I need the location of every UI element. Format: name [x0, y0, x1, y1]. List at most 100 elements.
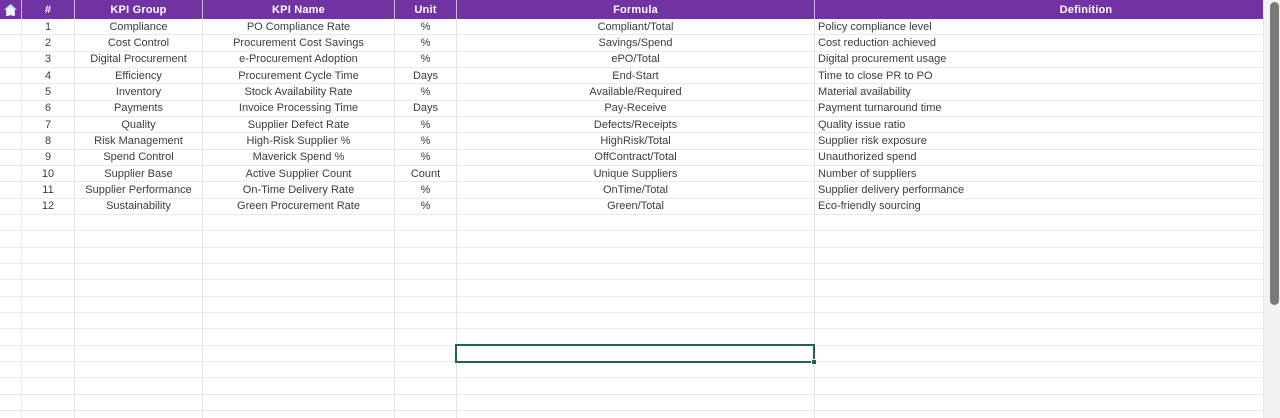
cell-number[interactable]: [22, 248, 75, 264]
cell-number[interactable]: 10: [22, 166, 75, 182]
cell-formula[interactable]: OnTime/Total: [457, 182, 815, 198]
cell-icon-col[interactable]: [0, 231, 22, 247]
cell-kpi-group[interactable]: Risk Management: [75, 133, 203, 149]
cell-icon-col[interactable]: [0, 264, 22, 280]
cell-number[interactable]: 2: [22, 35, 75, 51]
cell-definition[interactable]: Unauthorized spend: [815, 150, 1263, 166]
cell-kpi-group[interactable]: [75, 378, 203, 394]
cell-definition[interactable]: [815, 411, 1263, 418]
cell-definition[interactable]: Time to close PR to PO: [815, 68, 1263, 84]
cell-number[interactable]: [22, 280, 75, 296]
cell-definition[interactable]: Digital procurement usage: [815, 52, 1263, 68]
cell-unit[interactable]: Days: [395, 68, 457, 84]
cell-number[interactable]: 12: [22, 199, 75, 215]
cell-definition[interactable]: [815, 297, 1263, 313]
cell-icon-col[interactable]: [0, 182, 22, 198]
cell-number[interactable]: [22, 215, 75, 231]
cell-number[interactable]: [22, 297, 75, 313]
cell-formula[interactable]: Pay-Receive: [457, 101, 815, 117]
cell-formula[interactable]: [457, 411, 815, 418]
cell-kpi-name[interactable]: [203, 411, 395, 418]
cell-number[interactable]: 11: [22, 182, 75, 198]
cell-definition[interactable]: [815, 395, 1263, 411]
cell-unit[interactable]: %: [395, 199, 457, 215]
cell-icon-col[interactable]: [0, 117, 22, 133]
cell-number[interactable]: [22, 395, 75, 411]
cell-icon-col[interactable]: [0, 248, 22, 264]
cell-kpi-group[interactable]: [75, 395, 203, 411]
cell-unit[interactable]: [395, 395, 457, 411]
cell-formula[interactable]: Savings/Spend: [457, 35, 815, 51]
cell-definition[interactable]: Payment turnaround time: [815, 101, 1263, 117]
header-col-definition[interactable]: Definition: [815, 0, 1263, 19]
cell-number[interactable]: [22, 362, 75, 378]
cell-icon-col[interactable]: [0, 150, 22, 166]
home-cell[interactable]: [0, 0, 22, 19]
cell-icon-col[interactable]: [0, 297, 22, 313]
cell-kpi-name[interactable]: [203, 280, 395, 296]
cell-icon-col[interactable]: [0, 378, 22, 394]
cell-definition[interactable]: Policy compliance level: [815, 19, 1263, 35]
cell-definition[interactable]: Supplier delivery performance: [815, 182, 1263, 198]
cell-unit[interactable]: %: [395, 150, 457, 166]
cell-definition[interactable]: Quality issue ratio: [815, 117, 1263, 133]
cell-number[interactable]: [22, 329, 75, 345]
cell-definition[interactable]: [815, 264, 1263, 280]
cell-icon-col[interactable]: [0, 362, 22, 378]
cell-icon-col[interactable]: [0, 280, 22, 296]
cell-number[interactable]: 3: [22, 52, 75, 68]
cell-unit[interactable]: [395, 264, 457, 280]
selected-cell[interactable]: [455, 344, 815, 363]
cell-kpi-name[interactable]: [203, 378, 395, 394]
cell-icon-col[interactable]: [0, 199, 22, 215]
cell-formula[interactable]: [457, 297, 815, 313]
cell-kpi-group[interactable]: [75, 362, 203, 378]
cell-kpi-group[interactable]: Supplier Base: [75, 166, 203, 182]
cell-kpi-name[interactable]: [203, 297, 395, 313]
cell-kpi-name[interactable]: On-Time Delivery Rate: [203, 182, 395, 198]
cell-kpi-name[interactable]: Maverick Spend %: [203, 150, 395, 166]
cell-unit[interactable]: %: [395, 133, 457, 149]
cell-kpi-name[interactable]: [203, 362, 395, 378]
cell-formula[interactable]: [457, 362, 815, 378]
cell-unit[interactable]: [395, 378, 457, 394]
cell-kpi-name[interactable]: Stock Availability Rate: [203, 84, 395, 100]
cell-kpi-group[interactable]: Inventory: [75, 84, 203, 100]
cell-definition[interactable]: Number of suppliers: [815, 166, 1263, 182]
cell-unit[interactable]: %: [395, 84, 457, 100]
cell-kpi-name[interactable]: Active Supplier Count: [203, 166, 395, 182]
header-col-unit[interactable]: Unit: [395, 0, 457, 19]
cell-kpi-name[interactable]: PO Compliance Rate: [203, 19, 395, 35]
cell-icon-col[interactable]: [0, 68, 22, 84]
cell-formula[interactable]: [457, 280, 815, 296]
fill-handle[interactable]: [811, 359, 817, 365]
cell-kpi-group[interactable]: [75, 411, 203, 418]
cell-icon-col[interactable]: [0, 329, 22, 345]
cell-unit[interactable]: [395, 346, 457, 362]
cell-kpi-group[interactable]: Quality: [75, 117, 203, 133]
cell-formula[interactable]: OffContract/Total: [457, 150, 815, 166]
cell-kpi-group[interactable]: Spend Control: [75, 150, 203, 166]
header-col-kpi-name[interactable]: KPI Name: [203, 0, 395, 19]
cell-unit[interactable]: [395, 313, 457, 329]
cell-unit[interactable]: %: [395, 117, 457, 133]
scrollbar-thumb[interactable]: [1270, 2, 1279, 305]
cell-formula[interactable]: End-Start: [457, 68, 815, 84]
cell-kpi-name[interactable]: Supplier Defect Rate: [203, 117, 395, 133]
cell-icon-col[interactable]: [0, 313, 22, 329]
cell-formula[interactable]: ePO/Total: [457, 52, 815, 68]
cell-unit[interactable]: [395, 215, 457, 231]
header-col-number[interactable]: #: [22, 0, 75, 19]
cell-kpi-group[interactable]: [75, 313, 203, 329]
cell-kpi-group[interactable]: [75, 329, 203, 345]
cell-icon-col[interactable]: [0, 133, 22, 149]
cell-number[interactable]: 4: [22, 68, 75, 84]
cell-definition[interactable]: [815, 248, 1263, 264]
cell-formula[interactable]: [457, 264, 815, 280]
cell-icon-col[interactable]: [0, 411, 22, 418]
cell-kpi-name[interactable]: [203, 313, 395, 329]
cell-kpi-group[interactable]: [75, 248, 203, 264]
cell-number[interactable]: 1: [22, 19, 75, 35]
cell-formula[interactable]: Unique Suppliers: [457, 166, 815, 182]
cell-kpi-name[interactable]: [203, 215, 395, 231]
